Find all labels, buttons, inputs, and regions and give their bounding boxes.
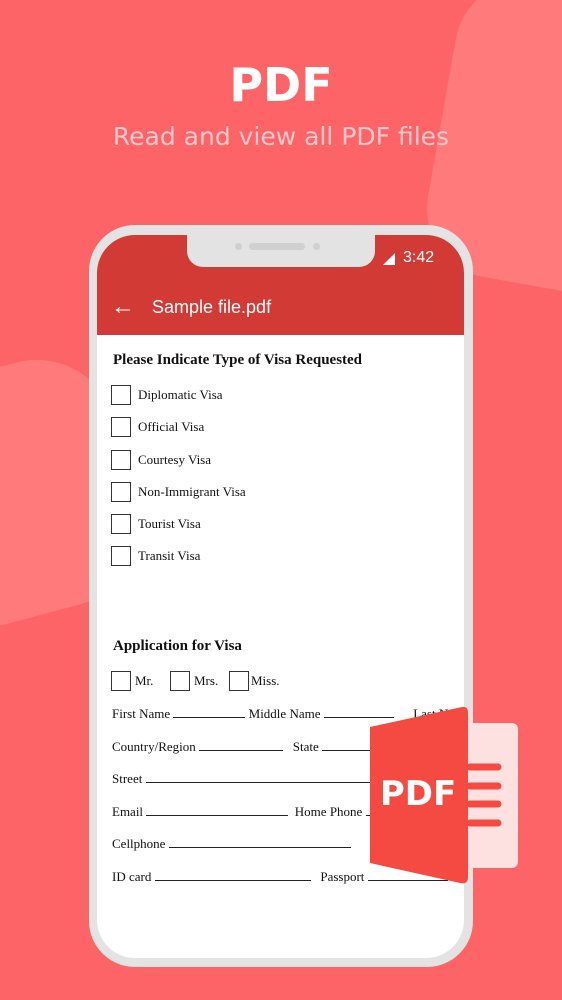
checkbox[interactable] [111, 514, 131, 534]
checkbox-label: Courtesy Visa [138, 452, 212, 467]
pdf-icon-page [460, 723, 518, 868]
notch [187, 235, 375, 267]
status-time: 3:42 [403, 249, 435, 266]
checkbox-label: Mrs. [194, 673, 219, 688]
field-label: Cellphone [112, 836, 166, 851]
field-label: First Name [112, 706, 171, 721]
checkbox[interactable] [111, 671, 131, 691]
promo-subtitle: Read and view all PDF files [112, 122, 450, 151]
promo-title: PDF [229, 58, 333, 112]
country-field[interactable]: Country/Region State [112, 739, 383, 755]
pdf-file-icon: PDF [370, 706, 518, 884]
section-heading: Application for Visa [113, 638, 242, 654]
field-label: State [292, 739, 319, 754]
checkbox[interactable] [111, 450, 131, 470]
field-label: ID card [112, 869, 152, 884]
field-label: Passport [320, 869, 365, 884]
checkbox[interactable] [229, 671, 249, 691]
field-label: Middle Name [248, 706, 321, 721]
sensor-dot [313, 243, 320, 250]
field-label: Email [112, 804, 144, 819]
signal-icon [383, 253, 395, 265]
checkbox[interactable] [111, 546, 131, 566]
email-field[interactable]: Email Home Phone [112, 804, 386, 820]
checkbox-label: Tourist Visa [138, 516, 201, 531]
checkbox-label: Official Visa [138, 419, 205, 434]
checkbox[interactable] [111, 385, 131, 405]
checkbox-label: Non-Immigrant Visa [138, 484, 246, 499]
checkbox-label: Transit Visa [138, 548, 201, 563]
checkbox[interactable] [111, 482, 131, 502]
section-heading: Please Indicate Type of Visa Requested [113, 352, 363, 368]
field-label: Street [112, 771, 143, 786]
street-field[interactable]: Street [112, 771, 376, 787]
checkbox[interactable] [170, 671, 190, 691]
camera-dot [235, 243, 242, 250]
field-label: Country/Region [112, 739, 196, 754]
checkbox[interactable] [111, 417, 131, 437]
cellphone-field[interactable]: Cellphone [112, 836, 351, 852]
file-title: Sample file.pdf [152, 297, 272, 317]
app-bar: 3:42 ← Sample file.pdf [97, 235, 464, 335]
checkbox-label: Mr. [135, 673, 154, 688]
speaker [249, 243, 305, 250]
back-arrow-icon[interactable]: ← [111, 295, 135, 319]
field-label: Home Phone [294, 804, 363, 819]
checkbox-label: Diplomatic Visa [138, 387, 223, 402]
pdf-icon-label: PDF [380, 774, 456, 814]
checkbox-label: Miss. [251, 673, 280, 688]
